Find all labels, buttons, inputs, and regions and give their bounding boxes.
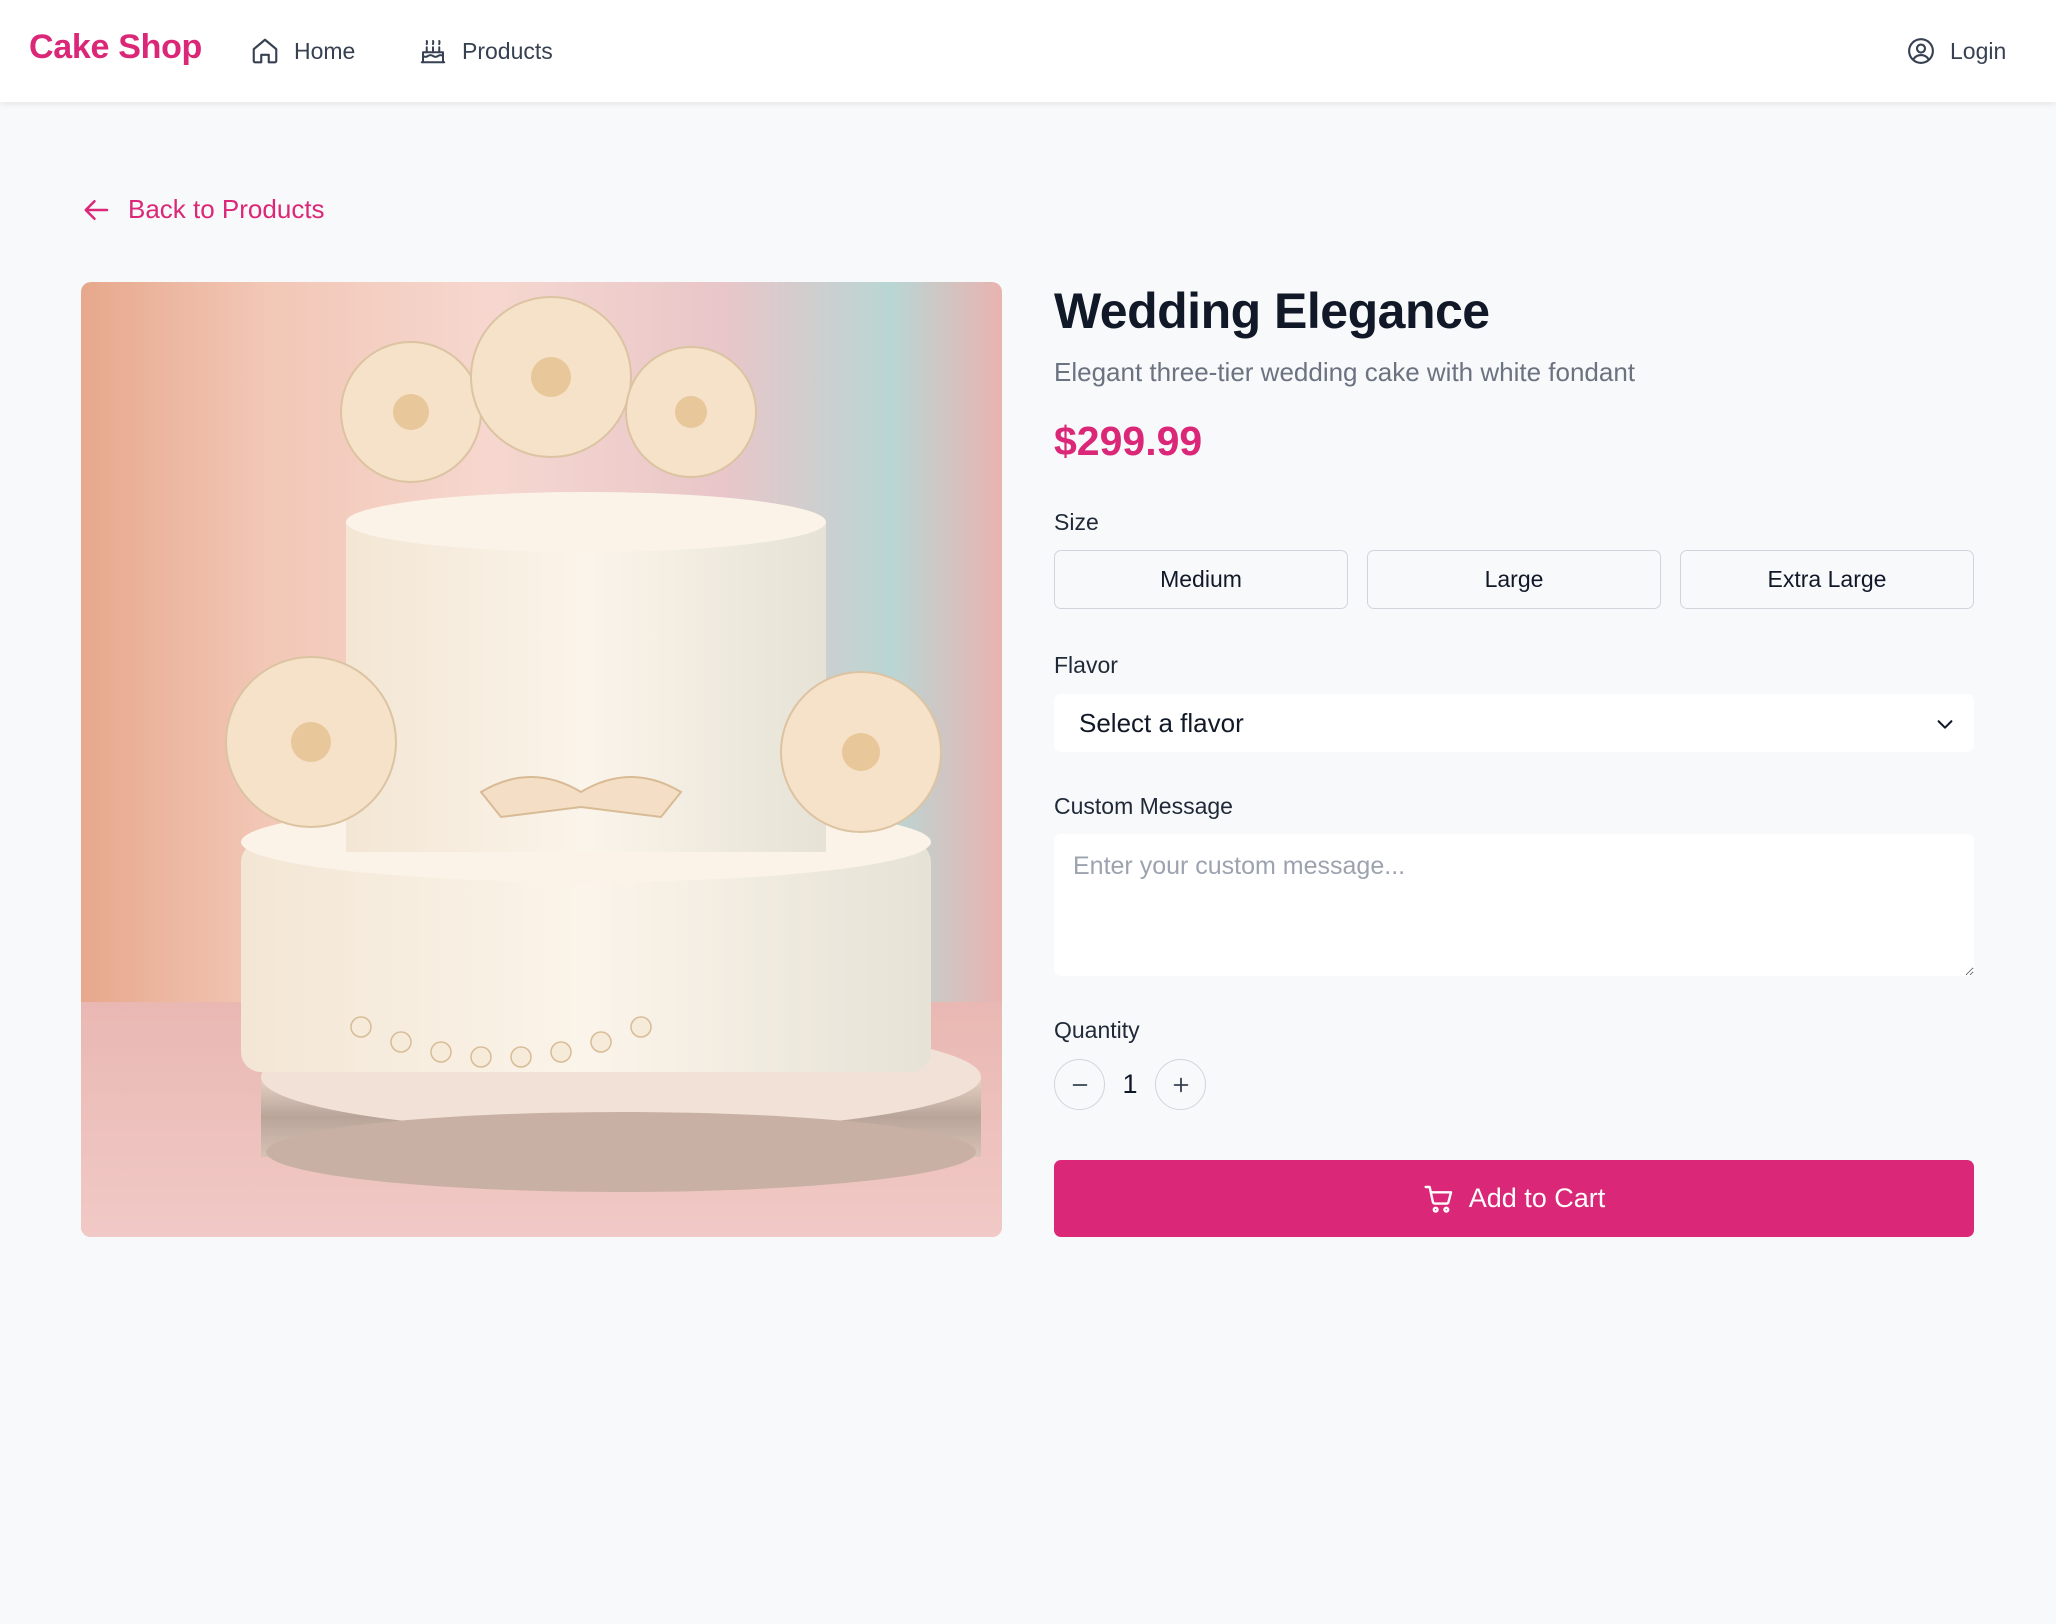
product-image [81, 282, 1002, 1237]
login-button[interactable]: Login [1906, 33, 2006, 69]
nav-home[interactable]: Home [250, 33, 355, 69]
minus-icon [1072, 1083, 1087, 1086]
nav-products-label: Products [462, 37, 553, 64]
flavor-label: Flavor [1054, 652, 1118, 678]
arrow-left-icon [84, 199, 109, 220]
custom-message-input[interactable] [1054, 834, 1974, 976]
size-option-medium[interactable]: Medium [1054, 550, 1348, 609]
nav-home-label: Home [294, 37, 356, 64]
add-to-cart-label: Add to Cart [1468, 1183, 1606, 1213]
plus-icon [1173, 1077, 1188, 1092]
back-link-label: Back to Products [128, 194, 325, 224]
quantity-increase-button[interactable] [1155, 1059, 1206, 1110]
quantity-decrease-button[interactable] [1054, 1059, 1105, 1110]
add-to-cart-button[interactable]: Add to Cart [1054, 1160, 1974, 1237]
back-to-products-link[interactable]: Back to Products [82, 194, 325, 225]
chevron-down-icon [1937, 720, 1953, 729]
login-label: Login [1950, 37, 2007, 64]
custom-message-label: Custom Message [1054, 793, 1233, 819]
top-navbar: Cake Shop Home Products Login [0, 0, 2056, 102]
quantity-label: Quantity [1054, 1017, 1140, 1043]
product-price: $299.99 [1054, 418, 1203, 464]
size-option-large[interactable]: Large [1367, 550, 1661, 609]
flavor-select-value: Select a flavor [1079, 707, 1244, 738]
home-icon [252, 38, 278, 64]
flavor-select[interactable]: Select a flavor [1054, 694, 1974, 752]
size-option-extra-large[interactable]: Extra Large [1680, 550, 1974, 609]
cart-icon [1424, 1185, 1452, 1213]
quantity-value: 1 [1122, 1069, 1138, 1099]
cake-icon [420, 40, 446, 64]
size-label: Size [1054, 509, 1099, 535]
cake-illustration [81, 296, 1002, 1237]
product-description: Elegant three-tier wedding cake with whi… [1054, 357, 1636, 387]
brand-logo[interactable]: Cake Shop [29, 28, 202, 67]
nav-products[interactable]: Products [418, 33, 553, 69]
user-circle-icon [1908, 38, 1934, 64]
product-title: Wedding Elegance [1054, 283, 1490, 339]
